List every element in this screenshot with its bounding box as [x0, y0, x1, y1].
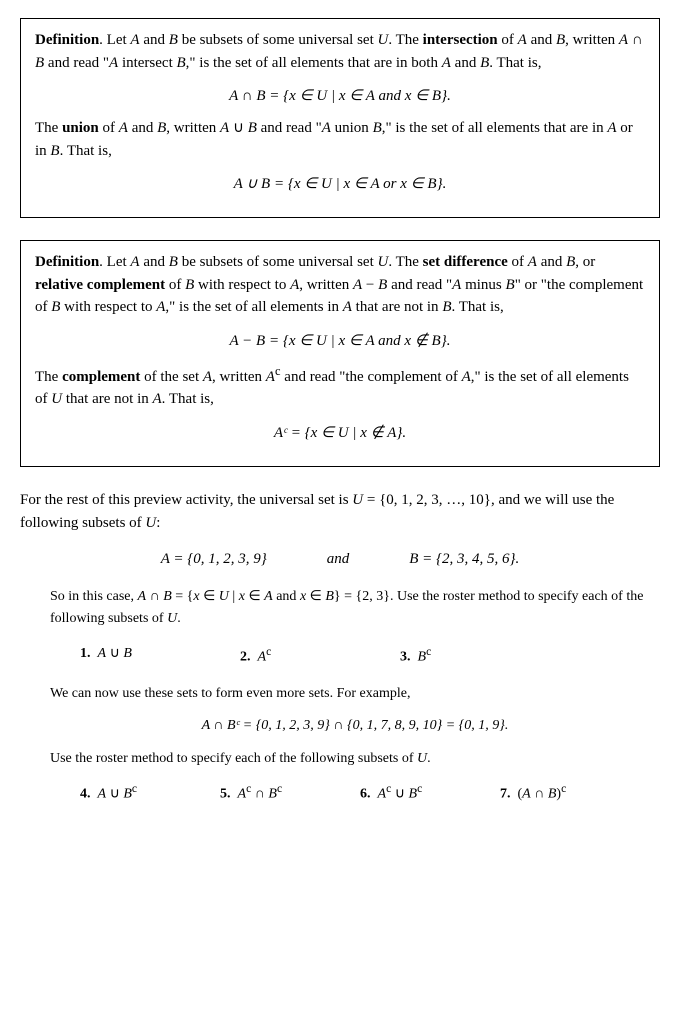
- definition-box-2: Definition. Let A and B be subsets of so…: [20, 240, 660, 467]
- exercises-row-2: 4. A ∪ Bc 5. Ac ∩ Bc 6. Ac ∪ Bc 7. (A ∩ …: [80, 780, 660, 806]
- set-B-display: B = {2, 3, 4, 5, 6}.: [409, 551, 519, 568]
- def1-union-text: The union of A and B, written A ∪ B and …: [35, 117, 645, 162]
- definition-box-1: Definition. Let A and B be subsets of so…: [20, 18, 660, 218]
- exercise-4: 4. A ∪ Bc: [80, 780, 220, 806]
- and-label: and: [327, 551, 350, 568]
- prose-section-1: For the rest of this preview activity, t…: [20, 489, 660, 536]
- ab-display-row: A = {0, 1, 2, 3, 9} and B = {2, 3, 4, 5,…: [20, 551, 660, 568]
- exercise-6: 6. Ac ∪ Bc: [360, 780, 500, 806]
- def1-formula2: A ∪ B = {x ∈ U | x ∈ A or x ∈ B}.: [35, 174, 645, 193]
- exercise-3: 3. Bc: [400, 643, 560, 669]
- prose1-text: For the rest of this preview activity, t…: [20, 489, 660, 536]
- formula-example: A ∩ Bᶜ = {0, 1, 2, 3, 9} ∩ {0, 1, 7, 8, …: [50, 715, 660, 737]
- exercise-1: 1. A ∪ B: [80, 643, 240, 669]
- def2-complement-text: The complement of the set A, written Ac …: [35, 362, 645, 411]
- def1-formula1: A ∩ B = {x ∈ U | x ∈ A and x ∈ B}.: [35, 86, 645, 105]
- indent3-text: Use the roster method to specify each of…: [50, 748, 660, 770]
- def1-intro: Definition. Let A and B be subsets of so…: [35, 29, 645, 74]
- indent2-text: We can now use these sets to form even m…: [50, 683, 660, 705]
- exercise-7: 7. (A ∩ B)c: [500, 780, 640, 806]
- def2-formula1: A − B = {x ∈ U | x ∈ A and x ∉ B}.: [35, 331, 645, 350]
- indent-section-1: So in this case, A ∩ B = {x ∈ U | x ∈ A …: [50, 586, 660, 806]
- exercise-5: 5. Ac ∩ Bc: [220, 780, 360, 806]
- set-A-display: A = {0, 1, 2, 3, 9}: [161, 551, 267, 568]
- exercises-row-1: 1. A ∪ B 2. Ac 3. Bc: [80, 643, 660, 669]
- def2-intro: Definition. Let A and B be subsets of so…: [35, 251, 645, 319]
- indent1-text: So in this case, A ∩ B = {x ∈ U | x ∈ A …: [50, 586, 660, 631]
- exercise-2: 2. Ac: [240, 643, 400, 669]
- def2-formula2: Aᶜ = {x ∈ U | x ∉ A}.: [35, 423, 645, 442]
